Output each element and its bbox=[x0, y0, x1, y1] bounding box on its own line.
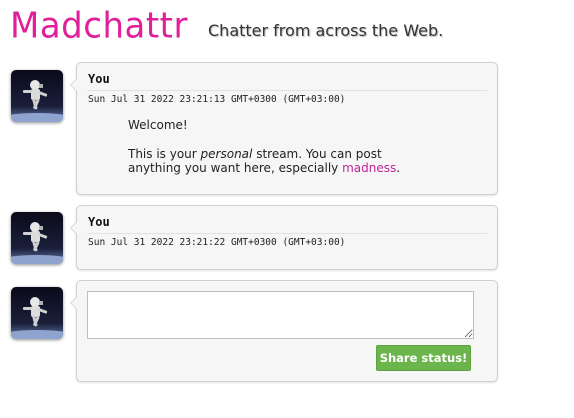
compose-card: Share status! bbox=[70, 280, 498, 382]
post-body-line: This is your personal stream. You can po… bbox=[128, 147, 382, 161]
status-textarea[interactable] bbox=[87, 291, 474, 339]
post-body-line: Welcome! bbox=[128, 118, 188, 132]
post-body: Welcome! This is your personal stream. Y… bbox=[128, 118, 468, 175]
app-logo: Madchattr bbox=[10, 5, 188, 47]
avatar-icon bbox=[11, 70, 63, 122]
madness-link[interactable]: madness bbox=[342, 161, 396, 175]
avatar-icon bbox=[11, 287, 63, 339]
post-timestamp: Sun Jul 31 2022 23:21:13 GMT+0300 (GMT+0… bbox=[88, 94, 346, 105]
post-timestamp: Sun Jul 31 2022 23:21:22 GMT+0300 (GMT+0… bbox=[88, 237, 346, 248]
post-author: You bbox=[88, 215, 110, 229]
post-card: You Sun Jul 31 2022 23:21:13 GMT+0300 (G… bbox=[70, 62, 498, 195]
app-tagline: Chatter from across the Web. bbox=[208, 21, 444, 40]
share-status-button[interactable]: Share status! bbox=[376, 345, 471, 371]
post-divider bbox=[87, 233, 487, 234]
post-card: You Sun Jul 31 2022 23:21:22 GMT+0300 (G… bbox=[70, 205, 498, 270]
post-body-line: anything you want here, especially madne… bbox=[128, 161, 401, 175]
post-author: You bbox=[88, 72, 110, 86]
post-divider bbox=[87, 90, 487, 91]
avatar-icon bbox=[11, 212, 63, 264]
